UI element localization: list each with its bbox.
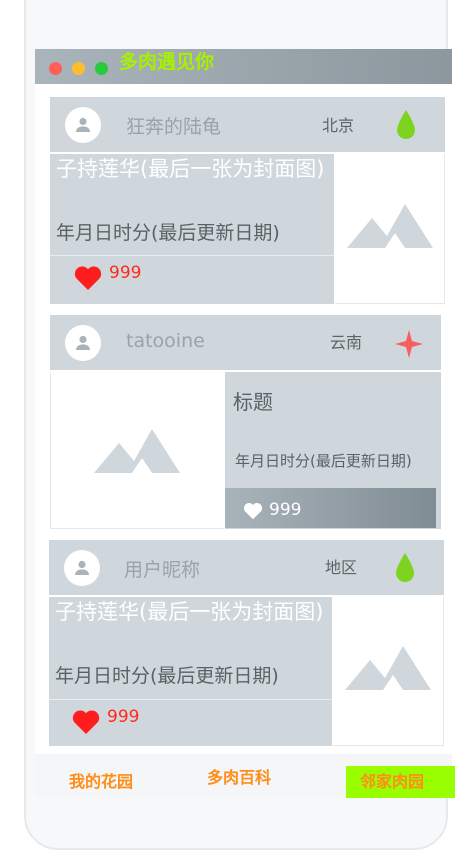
like-count: 999 [269,500,302,520]
minimize-window-dot[interactable] [72,62,85,75]
close-window-dot[interactable] [49,62,62,75]
divider [50,255,334,256]
card-header: 狂奔的陆龟 北京 [50,97,445,152]
cover-image[interactable] [335,154,445,304]
divider [49,699,332,700]
card-header: 用户昵称 地区 [49,540,444,595]
post-text-area[interactable]: 子持莲华(最后一张为封面图) 年月日时分(最后更新日期) 999 [49,597,332,746]
region-label: 云南 [330,333,363,352]
like-bar: 999 [225,488,436,528]
cover-image[interactable] [50,372,224,529]
user-icon [76,117,90,132]
nav-neighbor-garden[interactable]: 邻家肉园 [360,768,424,792]
post-date: 年月日时分(最后更新日期) [235,452,412,470]
post-title: 子持莲华(最后一张为封面图) [55,600,324,624]
post-card[interactable]: 用户昵称 地区 子持莲华(最后一张为封面图) 年月日时分(最后更新日期) 999 [49,540,444,746]
post-date: 年月日时分(最后更新日期) [55,665,279,687]
post-card[interactable]: tatooine 云南 标题 年月日时分(最后更新日期) 999 [50,315,441,529]
green-drop-icon [396,553,414,582]
green-drop-icon [397,110,415,139]
avatar[interactable] [65,325,101,361]
post-title: 标题 [233,390,273,414]
heart-icon[interactable] [243,502,263,520]
nav-my-garden[interactable]: 我的花园 [69,768,133,792]
region-label: 地区 [325,558,358,577]
post-text-area[interactable]: 标题 年月日时分(最后更新日期) 999 [225,372,441,529]
post-text-area[interactable]: 子持莲华(最后一张为封面图) 年月日时分(最后更新日期) 999 [50,154,334,304]
username[interactable]: 狂奔的陆龟 [126,112,221,139]
user-icon [75,560,89,575]
maximize-window-dot[interactable] [95,62,108,75]
username[interactable]: 用户昵称 [124,555,200,582]
avatar[interactable] [65,107,101,143]
image-placeholder-icon [345,646,431,690]
red-star-icon [395,330,423,358]
nav-succulent-wiki[interactable]: 多肉百科 [207,764,271,788]
avatar[interactable] [64,550,100,586]
title-bar: 多肉遇见你 [35,49,452,84]
cover-image[interactable] [333,597,444,746]
card-header: tatooine 云南 [50,315,441,370]
post-card[interactable]: 狂奔的陆龟 北京 子持莲华(最后一张为封面图) 年月日时分(最后更新日期) 99… [50,97,445,304]
post-date: 年月日时分(最后更新日期) [56,222,280,244]
bottom-nav: 我的花园 多肉百科 邻家肉园 [35,754,455,798]
image-placeholder-icon [347,204,433,248]
heart-icon[interactable] [74,265,102,291]
app-screen: 多肉遇见你 狂奔的陆龟 北京 子持莲华(最后一张为封面图) 年月日时分(最后更新… [35,49,455,798]
heart-icon[interactable] [72,709,100,735]
app-title: 多肉遇见你 [119,51,215,73]
image-placeholder-icon [94,429,180,473]
username[interactable]: tatooine [126,330,205,352]
post-title: 子持莲华(最后一张为封面图) [56,157,325,181]
region-label: 北京 [322,116,355,135]
like-count: 999 [107,707,140,727]
like-count: 999 [109,263,142,283]
user-icon [76,335,90,350]
